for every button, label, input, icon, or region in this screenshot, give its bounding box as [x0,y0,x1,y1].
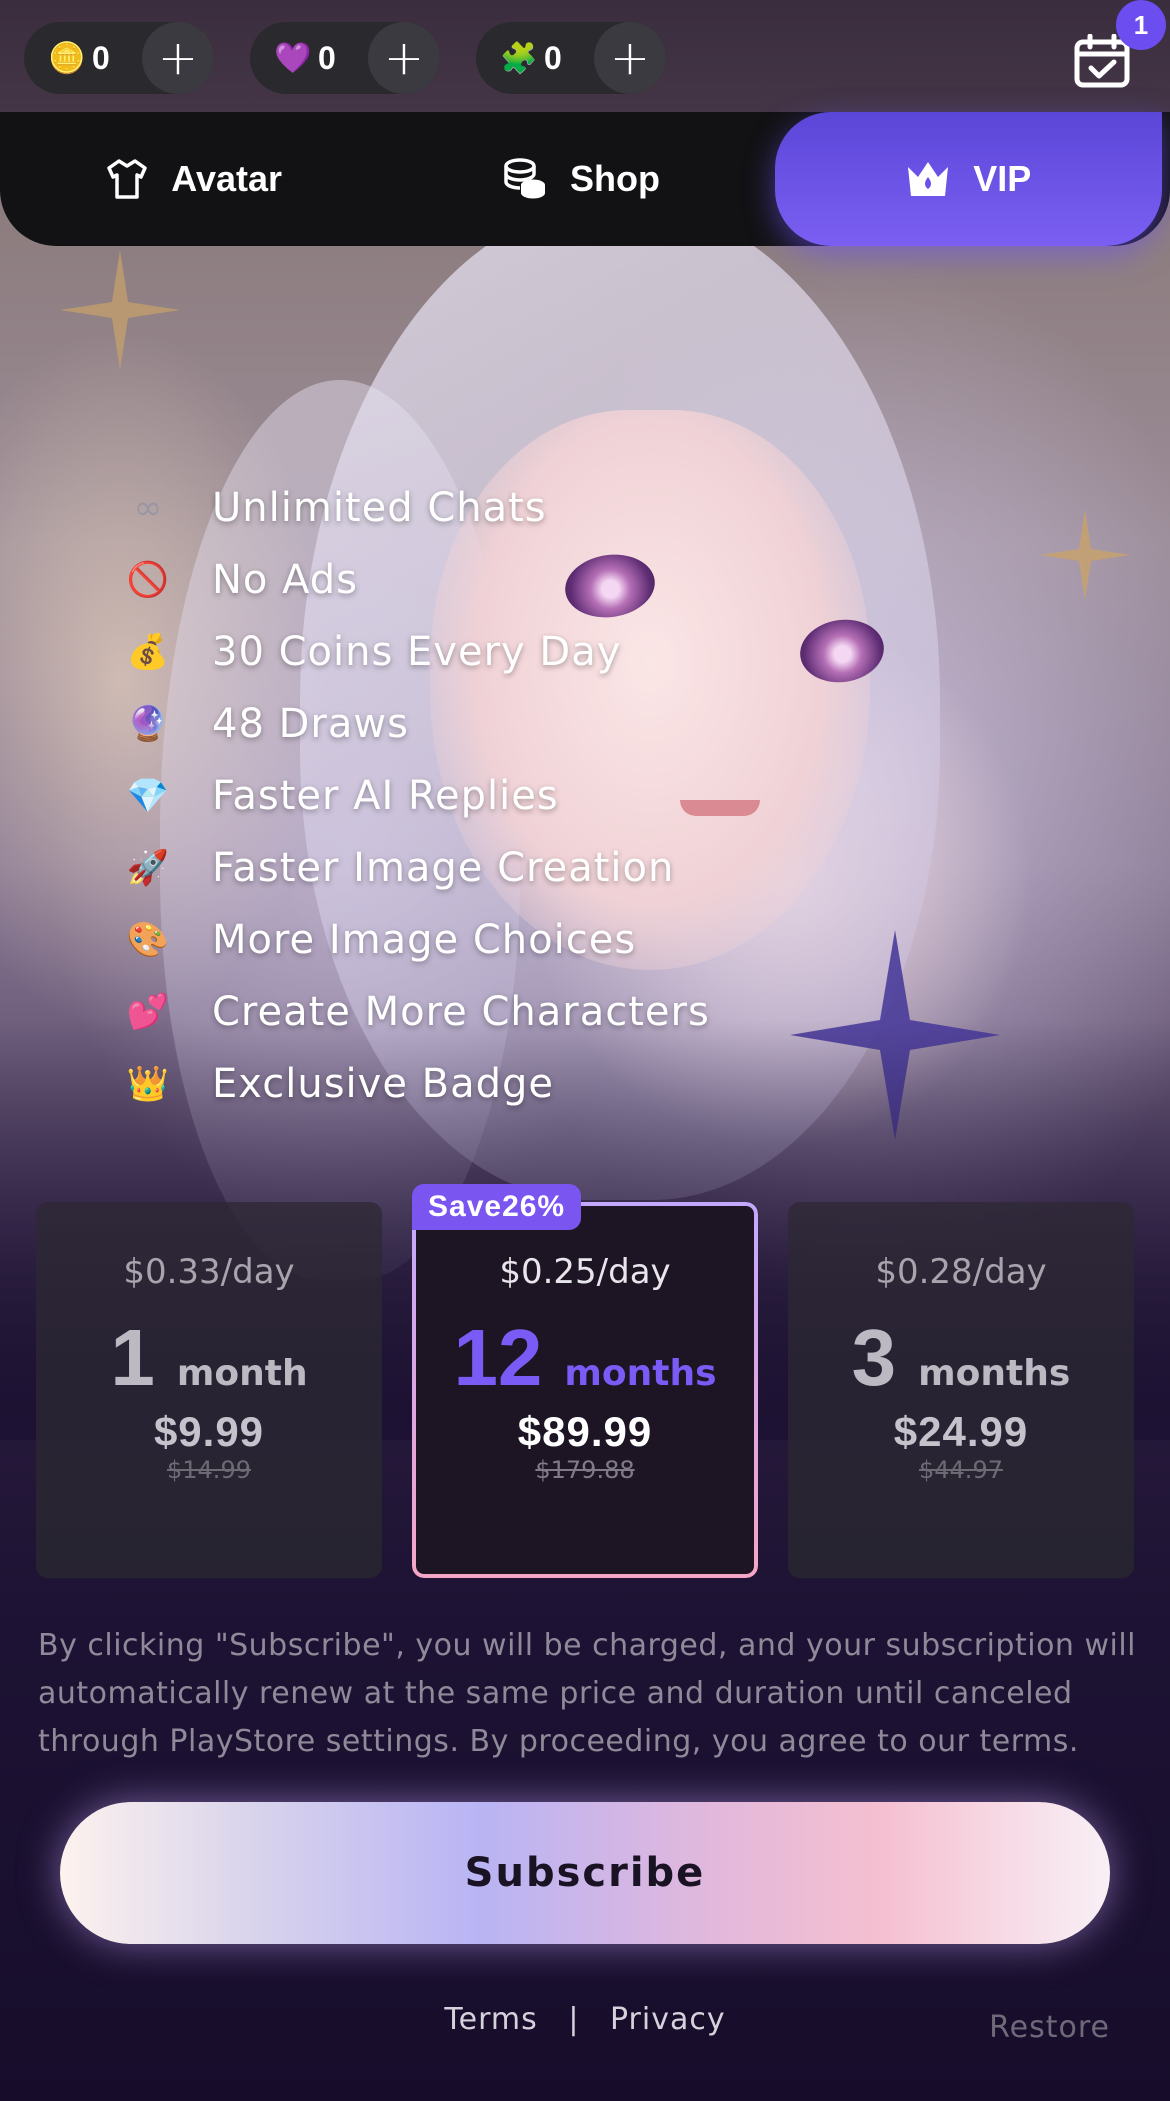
notification-badge: 1 [1116,0,1166,50]
plan-duration-unit: month [176,1353,308,1394]
tab-bar: Avatar Shop VIP [0,112,1170,246]
add-gems-button[interactable]: + [368,22,440,94]
infinity-icon: ∞ [133,488,163,528]
plan-duration-unit: months [564,1353,717,1394]
subscription-disclaimer: By clicking "Subscribe", you will be cha… [38,1628,1137,1759]
coin-balance-pill: 🪙 0 + [24,22,214,94]
rocket-icon: 🚀 [126,848,170,888]
coin-count: 0 [92,39,110,76]
list-item: 🚀 Faster Image Creation [124,832,710,904]
terms-link[interactable]: Terms [444,2002,537,2037]
benefit-label: Faster AI Replies [212,773,559,819]
shirt-icon [107,159,148,199]
restore-purchases-link[interactable]: Restore [989,2010,1110,2045]
diamond-icon: 💎 [126,776,170,816]
plan-duration-number: 12 [453,1313,543,1402]
list-item: ∞ Unlimited Chats [124,472,710,544]
save-badge: Save26% [412,1184,582,1230]
gem-count: 0 [318,39,336,76]
plan-duration: 12 months [412,1312,758,1402]
plan-price: $24.99 [893,1408,1029,1455]
plan-12-months[interactable]: Save26% $0.25/day 12 months $89.99 $179.… [412,1184,758,1578]
palette-icon: 🎨 [126,920,170,960]
puzzle-count: 0 [544,39,562,76]
plan-original-price: $179.88 [535,1456,635,1484]
vip-benefits-list: ∞ Unlimited Chats 🚫 No Ads 💰 30 Coins Ev… [124,472,710,1120]
plan-duration-unit: months [918,1353,1071,1394]
subscribe-button[interactable]: Subscribe [60,1802,1110,1944]
add-coins-button[interactable]: + [142,22,214,94]
crown-icon [908,162,949,196]
tab-shop-label: Shop [570,158,660,199]
plan-per-day-price: $0.25/day [499,1252,671,1292]
benefit-label: Unlimited Chats [212,485,547,531]
plan-duration: 3 months [788,1312,1134,1402]
daily-checkin-button[interactable] [1074,33,1130,88]
benefit-label: More Image Choices [212,917,637,963]
list-item: 💕 Create More Characters [124,976,710,1048]
list-item: 💰 30 Coins Every Day [124,616,710,688]
plan-per-day-price: $0.33/day [123,1252,295,1292]
gem-icon: 💜 [274,40,312,76]
benefit-label: Create More Characters [212,989,710,1035]
coin-icon: 🪙 [48,40,86,76]
plan-duration-number: 3 [851,1313,897,1402]
puzzle-balance-pill: 🧩 0 + [476,22,666,94]
coins-stack-icon [504,158,545,199]
plan-3-months[interactable]: $0.28/day 3 months $24.99 $44.97 [788,1202,1134,1578]
plan-1-month[interactable]: $0.33/day 1 month $9.99 $14.99 [36,1202,382,1578]
list-item: 🚫 No Ads [124,544,710,616]
plan-duration-number: 1 [110,1313,155,1402]
plan-per-day-price: $0.28/day [875,1252,1047,1292]
hearts-icon: 💕 [126,992,170,1032]
money-bag-icon: 💰 [126,632,170,672]
tab-vip-label: VIP [973,158,1032,199]
crystal-ball-icon: 🔮 [126,704,170,744]
list-item: 👑 Exclusive Badge [124,1048,710,1120]
benefit-label: 30 Coins Every Day [212,629,622,675]
plan-price: $89.99 [517,1408,653,1455]
add-puzzle-button[interactable]: + [594,22,666,94]
tab-vip[interactable]: VIP [774,112,1162,246]
list-item: 💎 Faster AI Replies [124,760,710,832]
plan-original-price: $44.97 [919,1456,1003,1484]
tab-avatar-label: Avatar [171,158,283,199]
plan-original-price: $14.99 [167,1456,251,1484]
plan-price: $9.99 [153,1408,265,1455]
tab-shop[interactable]: Shop [387,112,774,246]
subscription-plans: $0.33/day 1 month $9.99 $14.99 Save26% $… [36,1184,1136,1582]
benefit-label: 48 Draws [212,701,409,747]
plan-duration: 1 month [36,1312,382,1402]
gem-balance-pill: 💜 0 + [250,22,440,94]
no-entry-icon: 🚫 [126,560,170,600]
crown-icon: 👑 [126,1064,170,1104]
list-item: 🎨 More Image Choices [124,904,710,976]
benefit-label: Faster Image Creation [212,845,675,891]
puzzle-icon: 🧩 [500,40,538,76]
vip-page: 🪙 0 + 💜 0 + 🧩 0 + 1 Avatar Shop VIP ∞ Un… [0,0,1170,2101]
benefit-label: No Ads [212,557,358,603]
calendar-check-icon [1074,33,1130,88]
benefit-label: Exclusive Badge [212,1061,554,1107]
list-item: 🔮 48 Draws [124,688,710,760]
footer-separator: | [568,2002,580,2037]
currency-row: 🪙 0 + 💜 0 + 🧩 0 + [24,22,666,94]
privacy-link[interactable]: Privacy [610,2002,726,2037]
tab-avatar[interactable]: Avatar [0,112,387,246]
